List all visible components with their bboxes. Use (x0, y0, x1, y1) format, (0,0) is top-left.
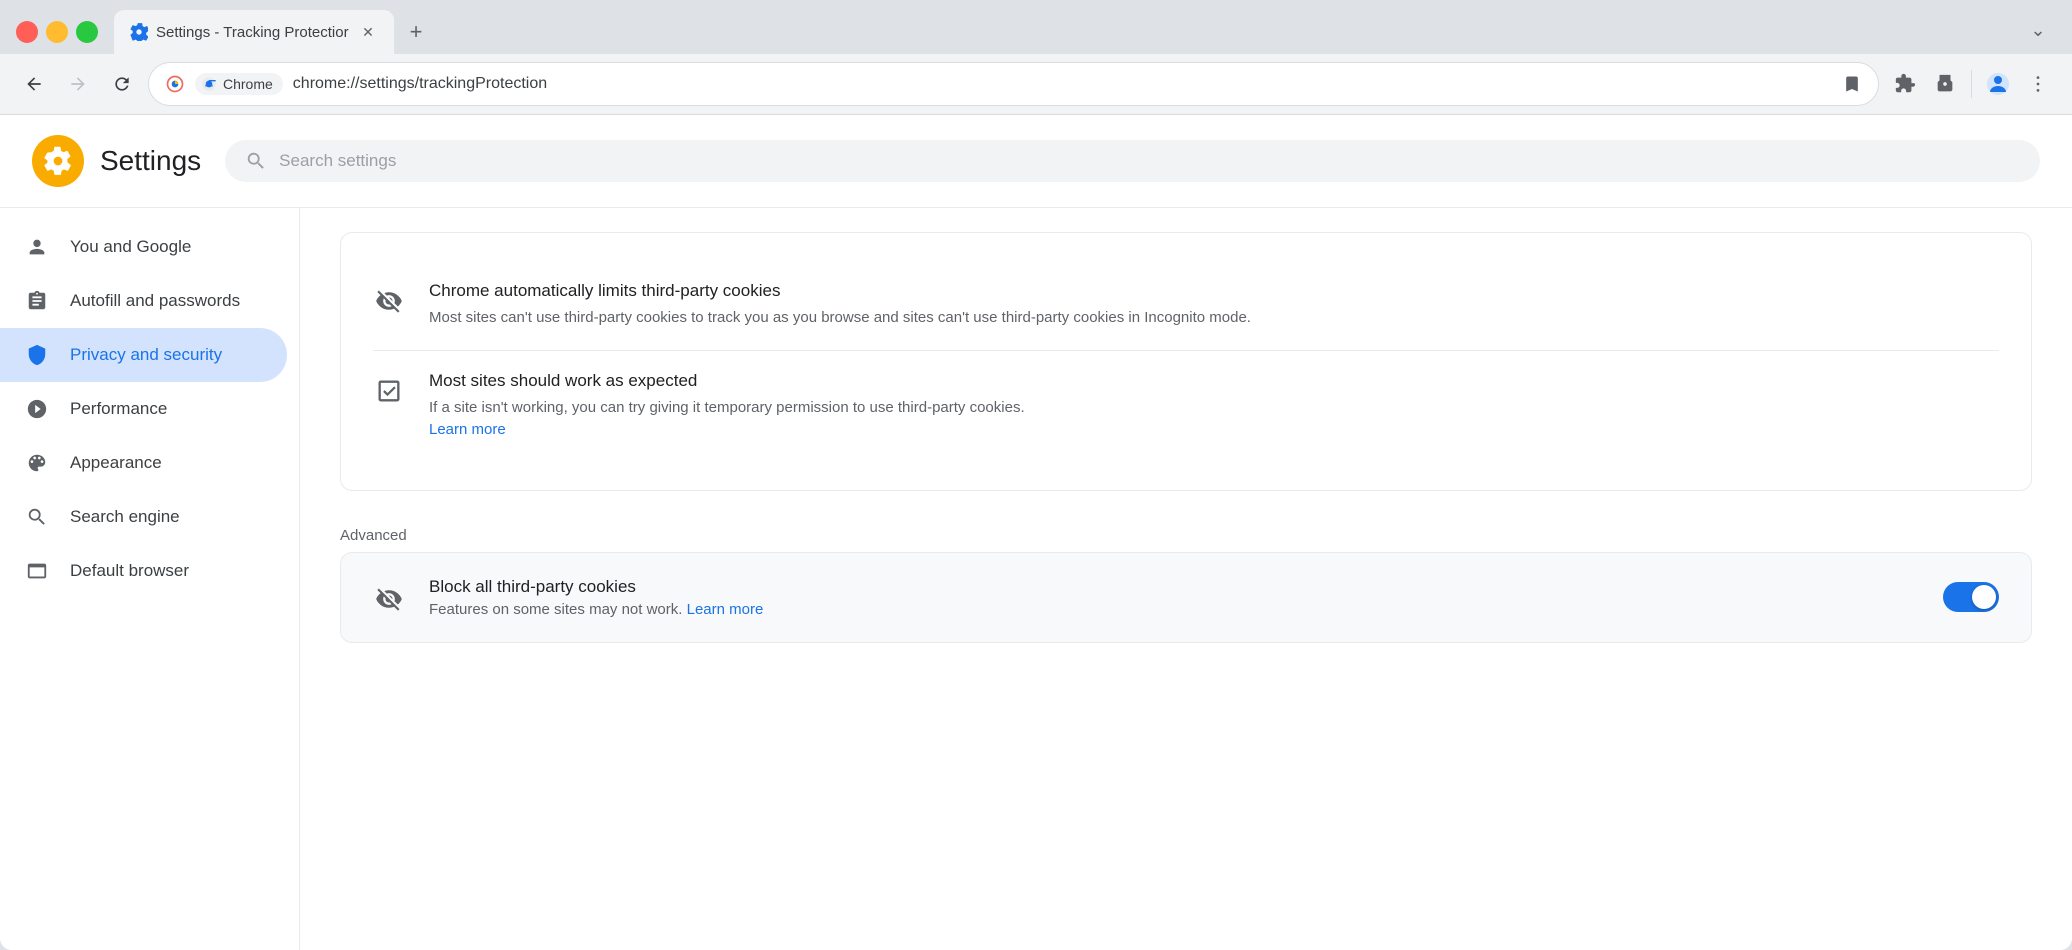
advanced-row-block-cookies: Block all third-party cookies Features o… (340, 552, 2032, 643)
sidebar-item-autofill[interactable]: Autofill and passwords (0, 274, 287, 328)
advanced-text-block-cookies: Block all third-party cookies Features o… (429, 577, 1919, 618)
nav-actions (1887, 66, 2056, 102)
search-sidebar-icon (24, 504, 50, 530)
settings-body: You and Google Autofill and passwords (0, 208, 2072, 950)
settings-logo-icon (32, 135, 84, 187)
settings-title: Settings (100, 145, 201, 177)
new-tab-button[interactable]: + (398, 14, 434, 50)
tabs-bar: Settings - Tracking Protectior ✕ + (114, 10, 2012, 54)
block-cookies-toggle[interactable] (1943, 582, 1999, 612)
palette-icon (24, 450, 50, 476)
info-desc-sites-text: If a site isn't working, you can try giv… (429, 399, 1025, 416)
advanced-label: Advanced (340, 515, 2032, 552)
info-card: Chrome automatically limits third-party … (340, 232, 2032, 491)
experiments-button[interactable] (1927, 66, 1963, 102)
address-bar[interactable]: Chrome chrome://settings/trackingProtect… (148, 62, 1879, 106)
tab-dropdown-button[interactable]: ⌄ (2020, 12, 2056, 48)
navigation-bar: Chrome chrome://settings/trackingProtect… (0, 54, 2072, 115)
info-row-limits-cookies: Chrome automatically limits third-party … (373, 261, 1999, 350)
advanced-title: Block all third-party cookies (429, 577, 1919, 597)
maximize-button[interactable] (76, 21, 98, 43)
chrome-small-icon (201, 76, 217, 92)
nav-divider (1971, 70, 1972, 98)
info-desc-sites: If a site isn't working, you can try giv… (429, 397, 1999, 442)
eye-slash-icon-2 (373, 583, 405, 615)
minimize-button[interactable] (46, 21, 68, 43)
menu-button[interactable] (2020, 66, 2056, 102)
sidebar-item-appearance[interactable]: Appearance (0, 436, 287, 490)
info-title-limits: Chrome automatically limits third-party … (429, 281, 1999, 301)
sidebar-item-performance[interactable]: Performance (0, 382, 287, 436)
info-text-sites-work: Most sites should work as expected If a … (429, 371, 1999, 442)
shield-icon (24, 342, 50, 368)
tab-title: Settings - Tracking Protectior (156, 24, 350, 41)
settings-main: Chrome automatically limits third-party … (300, 208, 2072, 950)
sidebar-label-you-and-google: You and Google (70, 237, 191, 257)
browser-icon (24, 558, 50, 584)
sidebar-item-you-and-google[interactable]: You and Google (0, 220, 287, 274)
back-button[interactable] (16, 66, 52, 102)
search-bar[interactable]: Search settings (225, 140, 2040, 182)
advanced-desc: Features on some sites may not work. Lea… (429, 601, 1919, 618)
toggle-knob (1972, 585, 1996, 609)
traffic-lights (16, 21, 98, 43)
gauge-icon (24, 396, 50, 422)
info-title-sites: Most sites should work as expected (429, 371, 1999, 391)
chrome-label: Chrome (223, 76, 273, 92)
checkbox-icon (373, 375, 405, 407)
search-placeholder: Search settings (279, 151, 396, 171)
search-icon (245, 150, 267, 172)
info-text-limits-cookies: Chrome automatically limits third-party … (429, 281, 1999, 330)
reload-button[interactable] (104, 66, 140, 102)
profile-button[interactable] (1980, 66, 2016, 102)
sidebar-item-privacy[interactable]: Privacy and security (0, 328, 287, 382)
sidebar-label-privacy: Privacy and security (70, 345, 222, 365)
eye-slash-icon-1 (373, 285, 405, 317)
sidebar-label-autofill: Autofill and passwords (70, 291, 240, 311)
sidebar-label-search-engine: Search engine (70, 507, 180, 527)
close-button[interactable] (16, 21, 38, 43)
tab-close-button[interactable]: ✕ (358, 22, 378, 42)
settings-header: Settings Search settings (0, 115, 2072, 208)
sidebar: You and Google Autofill and passwords (0, 208, 300, 950)
info-row-sites-work: Most sites should work as expected If a … (373, 350, 1999, 462)
advanced-desc-text: Features on some sites may not work. (429, 601, 682, 618)
learn-more-link-1[interactable]: Learn more (429, 421, 506, 438)
chrome-logo-icon (165, 74, 185, 94)
settings-tab-icon (130, 23, 148, 41)
person-icon (24, 234, 50, 260)
sidebar-label-performance: Performance (70, 399, 167, 419)
url-text: chrome://settings/trackingProtection (293, 75, 1832, 93)
page-content: Settings Search settings (0, 115, 2072, 950)
bookmark-icon[interactable] (1842, 74, 1862, 94)
learn-more-link-2[interactable]: Learn more (687, 601, 764, 618)
forward-button[interactable] (60, 66, 96, 102)
info-desc-limits: Most sites can't use third-party cookies… (429, 307, 1999, 330)
sidebar-item-search-engine[interactable]: Search engine (0, 490, 287, 544)
settings-logo: Settings (32, 135, 201, 187)
clipboard-icon (24, 288, 50, 314)
chrome-badge: Chrome (195, 73, 283, 95)
sidebar-item-default-browser[interactable]: Default browser (0, 544, 287, 598)
active-tab[interactable]: Settings - Tracking Protectior ✕ (114, 10, 394, 54)
sidebar-label-appearance: Appearance (70, 453, 162, 473)
settings-panel: Chrome automatically limits third-party … (300, 208, 2072, 667)
sidebar-label-default-browser: Default browser (70, 561, 189, 581)
extensions-button[interactable] (1887, 66, 1923, 102)
